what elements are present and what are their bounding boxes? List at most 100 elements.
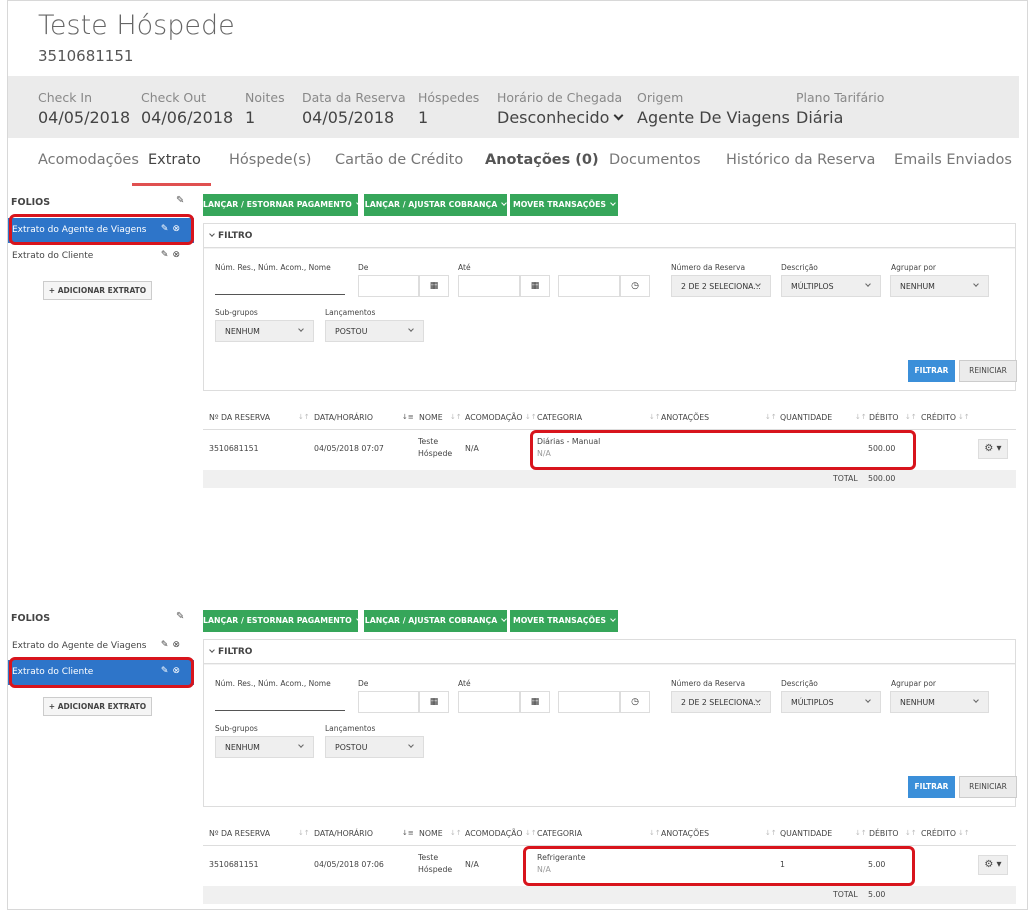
sort-desc-icon[interactable]: ↓≡ xyxy=(402,413,414,421)
sort-icon[interactable]: ↓↑ xyxy=(450,829,462,837)
sort-icon[interactable]: ↓↑ xyxy=(298,413,310,421)
col-datetime[interactable]: DATA/HORÁRIO xyxy=(314,822,374,846)
arrival-dropdown[interactable]: Desconhecido xyxy=(497,108,624,127)
pencil-icon[interactable]: ✎ xyxy=(161,640,173,650)
time-input[interactable] xyxy=(558,275,620,297)
post-payment-button[interactable]: LANÇAR / ESTORNAR PAGAMENTO xyxy=(203,610,362,632)
sort-icon[interactable]: ↓↑ xyxy=(649,829,661,837)
filter-button[interactable]: FILTRAR xyxy=(908,776,955,798)
sort-icon[interactable]: ↓↑ xyxy=(525,413,537,421)
tab-historico[interactable]: Histórico da Reserva xyxy=(726,152,875,168)
reset-button[interactable]: REINICIAR xyxy=(959,360,1017,382)
col-name[interactable]: NOME xyxy=(419,822,443,846)
calendar-icon[interactable]: ▦ xyxy=(520,275,550,297)
col-reservation[interactable]: Nº DA RESERVA xyxy=(209,406,271,430)
gear-menu-button[interactable]: ⚙ ▾ xyxy=(978,439,1008,459)
sort-icon[interactable]: ↓↑ xyxy=(450,413,462,421)
calendar-icon[interactable]: ▦ xyxy=(419,691,449,713)
move-transactions-button[interactable]: MOVER TRANSAÇÕES xyxy=(510,194,618,216)
search-input[interactable] xyxy=(215,689,345,711)
col-category[interactable]: CATEGORIA xyxy=(537,822,583,846)
description-select[interactable]: MÚLTIPLOS xyxy=(781,275,881,297)
group-select[interactable]: NENHUM xyxy=(890,275,989,297)
close-circle-icon[interactable]: ⊗ xyxy=(172,640,184,650)
reservation-select[interactable]: 2 DE 2 SELECIONA... xyxy=(671,275,771,297)
pencil-icon[interactable]: ✎ xyxy=(176,195,184,206)
search-input[interactable] xyxy=(215,273,345,295)
sort-icon[interactable]: ↓↑ xyxy=(298,829,310,837)
col-debit[interactable]: DÉBITO xyxy=(869,406,899,430)
add-folio-button[interactable]: + ADICIONAR EXTRATO xyxy=(43,281,152,300)
close-circle-icon[interactable]: ⊗ xyxy=(172,250,184,260)
calendar-icon[interactable]: ▦ xyxy=(520,691,550,713)
sort-desc-icon[interactable]: ↓≡ xyxy=(402,829,414,837)
reservation-select[interactable]: 2 DE 2 SELECIONA... xyxy=(671,691,771,713)
group-select[interactable]: NENHUM xyxy=(890,691,989,713)
col-reservation[interactable]: Nº DA RESERVA xyxy=(209,822,271,846)
tab-hospedes[interactable]: Hóspede(s) xyxy=(229,152,311,168)
reservation-id: 3510681151 xyxy=(38,47,134,65)
filter-header[interactable]: FILTRO xyxy=(204,640,1015,664)
time-input[interactable] xyxy=(558,691,620,713)
filter-button[interactable]: FILTRAR xyxy=(908,360,955,382)
filter-header[interactable]: FILTRO xyxy=(204,224,1015,248)
sort-icon[interactable]: ↓↑ xyxy=(525,829,537,837)
move-transactions-button[interactable]: MOVER TRANSAÇÕES xyxy=(510,610,618,632)
post-payment-button[interactable]: LANÇAR / ESTORNAR PAGAMENTO xyxy=(203,194,362,216)
subgroups-select[interactable]: NENHUM xyxy=(215,320,314,342)
col-datetime[interactable]: DATA/HORÁRIO xyxy=(314,406,374,430)
sort-icon[interactable]: ↓↑ xyxy=(855,413,867,421)
col-credit[interactable]: CRÉDITO xyxy=(921,406,956,430)
total-value: 500.00 xyxy=(868,474,896,483)
col-debit[interactable]: DÉBITO xyxy=(869,822,899,846)
sort-icon[interactable]: ↓↑ xyxy=(855,829,867,837)
tab-cartao-credito[interactable]: Cartão de Crédito xyxy=(335,152,463,168)
description-select[interactable]: MÚLTIPLOS xyxy=(781,691,881,713)
entries-select[interactable]: POSTOU xyxy=(325,320,424,342)
sort-icon[interactable]: ↓↑ xyxy=(958,829,970,837)
tab-extrato[interactable]: Extrato xyxy=(148,152,201,168)
to-date-input[interactable] xyxy=(458,691,520,713)
col-room[interactable]: ACOMODAÇÃO xyxy=(465,822,523,846)
tab-documentos[interactable]: Documentos xyxy=(609,152,701,168)
from-date-input[interactable] xyxy=(358,275,419,297)
clock-icon[interactable]: ◷ xyxy=(620,275,650,297)
entries-select[interactable]: POSTOU xyxy=(325,736,424,758)
col-notes[interactable]: ANOTAÇÕES xyxy=(661,406,710,430)
col-credit[interactable]: CRÉDITO xyxy=(921,822,956,846)
post-charge-button[interactable]: LANÇAR / AJUSTAR COBRANÇA xyxy=(364,194,508,216)
folio-item-agent[interactable]: Extrato do Agente de Viagens ✎⊗ xyxy=(8,634,194,659)
description-label: Descrição xyxy=(781,263,818,272)
col-quantity[interactable]: QUANTIDADE xyxy=(780,822,833,846)
sort-icon[interactable]: ↓↑ xyxy=(649,413,661,421)
tab-emails[interactable]: Emails Enviados xyxy=(894,152,1012,168)
folio-item-client[interactable]: Extrato do Cliente ✎⊗ xyxy=(8,244,194,269)
clock-icon[interactable]: ◷ xyxy=(620,691,650,713)
post-charge-button[interactable]: LANÇAR / AJUSTAR COBRANÇA xyxy=(364,610,508,632)
gear-menu-button[interactable]: ⚙ ▾ xyxy=(978,855,1008,875)
info-arrival[interactable]: Horário de Chegada Desconhecido xyxy=(497,90,624,127)
sort-icon[interactable]: ↓↑ xyxy=(905,829,917,837)
add-folio-button[interactable]: + ADICIONAR EXTRATO xyxy=(43,697,152,716)
col-category[interactable]: CATEGORIA xyxy=(537,406,583,430)
tab-anotacoes[interactable]: Anotações (0) xyxy=(485,152,599,168)
from-label: De xyxy=(358,263,369,272)
subgroups-select[interactable]: NENHUM xyxy=(215,736,314,758)
from-date-input[interactable] xyxy=(358,691,419,713)
col-room[interactable]: ACOMODAÇÃO xyxy=(465,406,523,430)
sort-icon[interactable]: ↓↑ xyxy=(958,413,970,421)
sort-icon[interactable]: ↓↑ xyxy=(905,413,917,421)
chevron-down-icon xyxy=(973,281,979,287)
col-name[interactable]: NOME xyxy=(419,406,443,430)
pencil-icon[interactable]: ✎ xyxy=(161,250,173,260)
sort-icon[interactable]: ↓↑ xyxy=(765,413,777,421)
reset-button[interactable]: REINICIAR xyxy=(959,776,1017,798)
to-date-input[interactable] xyxy=(458,275,520,297)
tab-acomodacoes[interactable]: Acomodações xyxy=(38,152,139,168)
col-notes[interactable]: ANOTAÇÕES xyxy=(661,822,710,846)
chevron-down-icon xyxy=(973,697,979,703)
calendar-icon[interactable]: ▦ xyxy=(419,275,449,297)
sort-icon[interactable]: ↓↑ xyxy=(765,829,777,837)
col-quantity[interactable]: QUANTIDADE xyxy=(780,406,833,430)
pencil-icon[interactable]: ✎ xyxy=(176,611,184,622)
